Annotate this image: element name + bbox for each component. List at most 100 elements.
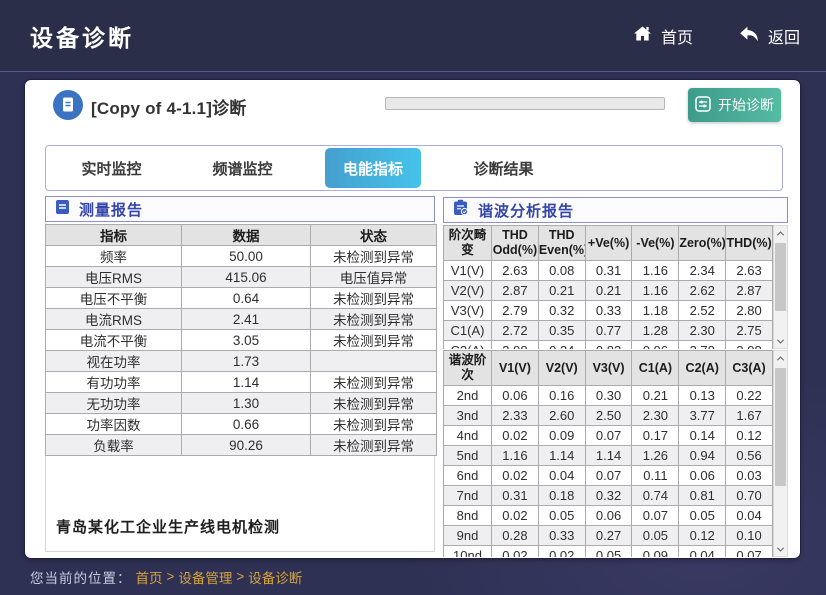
table-header-row: 指标 数据 状态 [45,224,437,246]
report-doc-icon [55,199,70,220]
table-cell: 0.31 [584,260,633,281]
table-cell: 未检测到异常 [310,434,437,456]
diagnosis-card: [Copy of 4-1.1]诊断 开始诊断 实时监控 频谱监控 电能指标 诊断… [25,80,800,558]
table-cell: 2.33 [491,405,539,426]
table-row: 7nd 0.31 0.18 0.32 0.74 0.81 0.70 [443,485,773,506]
tab-realtime-monitor[interactable]: 实时监控 [46,146,177,190]
breadcrumb: 您当前的位置： 首页 > 设备管理 > 设备诊断 [0,558,826,595]
table-cell: 2.34 [678,260,727,281]
table-cell: 0.02 [537,545,586,557]
table-cell: 2.52 [678,300,727,321]
table-cell: 1.14 [537,445,586,466]
scroll-down-button[interactable] [774,542,787,556]
table-cell: C2(A) [443,340,492,349]
table-cell: 0.04 [537,465,586,486]
measurement-panel: 测量报告 指标 数据 状态 频率 50.00 未检测到异常 电压RMS 415.06 电压值异常… [45,196,437,552]
tab-bar: 实时监控 频谱监控 电能指标 诊断结果 [45,145,783,191]
progress-bar [385,97,665,110]
nav-back[interactable]: 返回 [739,24,800,48]
distortion-table-viewport: 阶次畸变 THD Odd(%) THD Even(%) +Ve(%) -Ve(%) Zer… [443,225,788,349]
table-cell: 0.96 [631,340,680,349]
table-cell: 2.72 [491,320,539,341]
tab-spectrum-monitor[interactable]: 频谱监控 [177,146,308,190]
sliders-icon [695,95,711,115]
breadcrumb-label: 您当前的位置： [30,570,132,586]
table-cell: 1.26 [631,445,680,466]
start-diagnosis-button[interactable]: 开始诊断 [688,88,781,122]
scroll-up-button[interactable] [774,226,787,240]
column-header: C3(A) [725,350,773,386]
table-cell: 4nd [443,425,492,446]
table-row: 功率因数 0.66 未检测到异常 [45,413,437,435]
table-cell: 电流RMS [45,308,182,330]
table-cell: 2.63 [491,260,539,281]
table-row: 频率 50.00 未检测到异常 [45,245,437,267]
table-cell: 415.06 [181,266,311,288]
table-cell: 0.21 [537,280,586,301]
table-cell: 未检测到异常 [310,392,437,414]
column-header: -Ve(%) [631,225,680,261]
table-cell: 未检测到异常 [310,308,437,330]
column-header: C1(A) [631,350,680,386]
breadcrumb-device-management[interactable]: 设备管理 [178,567,232,587]
table-cell: 0.06 [584,505,633,526]
table-cell: 0.02 [491,545,539,557]
table-row: 4nd 0.02 0.09 0.07 0.17 0.14 0.12 [443,425,773,446]
table-cell: 0.33 [584,300,633,321]
table-cell: 0.28 [491,525,539,546]
table-cell: 0.33 [537,525,586,546]
measurement-panel-header: 测量报告 [45,196,435,222]
table-cell: 5nd [443,445,492,466]
table-row: 电压RMS 415.06 电压值异常 [45,266,437,288]
breadcrumb-device-diagnosis[interactable]: 设备诊断 [248,567,302,587]
nav-back-label: 返回 [767,30,800,47]
table-cell: 0.02 [491,425,539,446]
column-header: 状态 [310,224,437,246]
table-cell: 2.87 [491,280,539,301]
breadcrumb-home[interactable]: 首页 [136,567,163,587]
tab-power-metrics[interactable]: 电能指标 [325,148,421,188]
table-row: 电流RMS 2.41 未检测到异常 [45,308,437,330]
table-row: C1(A) 2.72 0.35 0.77 1.28 2.30 2.75 [443,320,773,341]
scroll-thumb[interactable] [775,243,786,311]
table-row: V3(V) 2.79 0.32 0.33 1.18 2.52 2.80 [443,300,773,321]
distortion-scrollbar[interactable] [773,225,788,349]
table-cell: 电压不平衡 [45,287,182,309]
table-cell: 未检测到异常 [310,245,437,267]
table-cell: 电压RMS [45,266,182,288]
table-cell: 0.21 [584,280,633,301]
table-cell: 未检测到异常 [310,287,437,309]
table-cell: V1(V) [443,260,492,281]
table-row: 电流不平衡 3.05 未检测到异常 [45,329,437,351]
table-cell: 1.16 [631,280,680,301]
table-cell: 0.74 [631,485,680,506]
table-cell: 未检测到异常 [310,371,437,393]
device-note: 青岛某化工企业生产线电机检测 [56,519,281,536]
table-cell: 7nd [443,485,492,506]
table-cell: 0.24 [537,340,586,349]
table-row: 8nd 0.02 0.05 0.06 0.07 0.05 0.04 [443,505,773,526]
table-cell: 0.12 [725,425,773,446]
scroll-up-button[interactable] [774,351,787,365]
table-cell: 0.32 [584,485,633,506]
table-cell: 0.66 [181,413,311,435]
table-cell: 2.87 [725,280,773,301]
table-header-row: 谐波阶次 V1(V) V2(V) V3(V) C1(A) C2(A) C3(A) [443,350,773,386]
scroll-down-button[interactable] [774,334,787,348]
table-cell: 0.32 [537,300,586,321]
column-header: +Ve(%) [584,225,633,261]
scroll-thumb[interactable] [775,368,786,486]
nav-home[interactable]: 首页 [633,24,693,48]
table-cell: 0.27 [584,525,633,546]
table-cell: 0.05 [537,505,586,526]
order-scrollbar[interactable] [773,350,788,557]
tab-diagnosis-result[interactable]: 诊断结果 [438,146,569,190]
column-header: V2(V) [537,350,586,386]
clipboard-check-icon [453,199,469,221]
table-cell: 2.41 [181,308,311,330]
table-row: 3nd 2.33 2.60 2.50 2.30 3.77 1.67 [443,405,773,426]
table-row: 有功功率 1.14 未检测到异常 [45,371,437,393]
table-cell: 未检测到异常 [310,413,437,435]
home-icon [633,25,652,47]
table-cell: 1.16 [491,445,539,466]
